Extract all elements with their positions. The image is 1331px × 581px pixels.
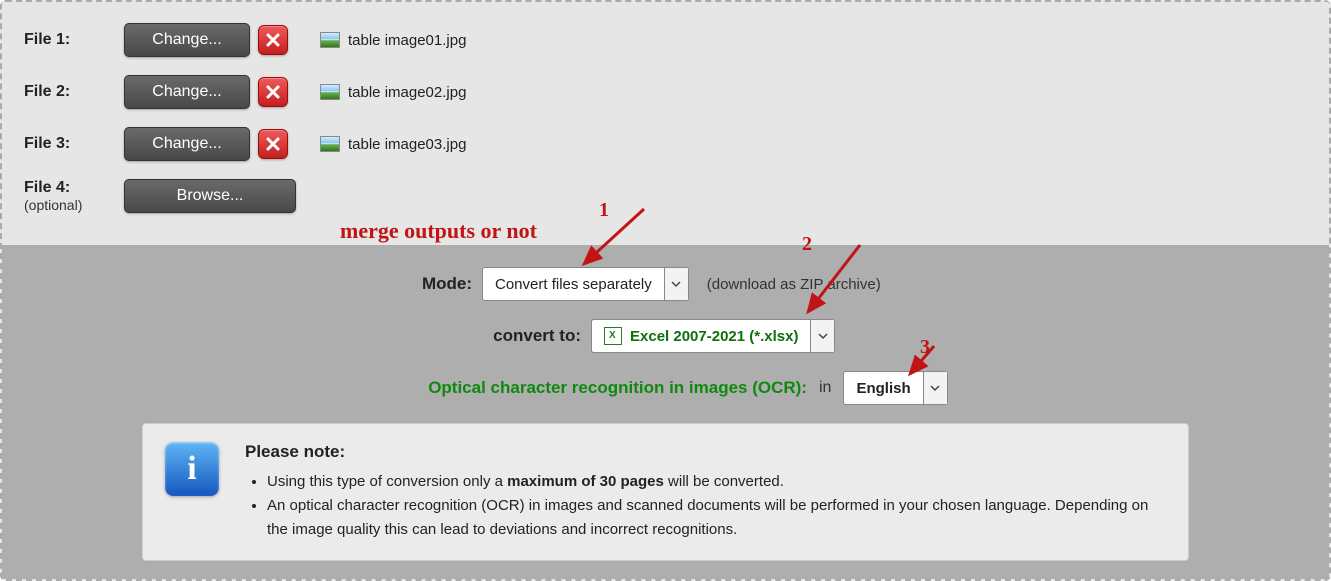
mode-select[interactable]: Convert files separately	[482, 267, 689, 301]
convert-to-row: convert to: Excel 2007-2021 (*.xlsx)	[17, 319, 1314, 353]
file-label: File 2:	[24, 83, 124, 101]
chevron-down-icon	[923, 372, 947, 404]
convert-to-selected-value: Excel 2007-2021 (*.xlsx)	[630, 328, 798, 345]
change-file-button[interactable]: Change...	[124, 23, 250, 57]
note-item-2: An optical character recognition (OCR) i…	[267, 494, 1166, 542]
mode-row: Mode: Convert files separately (download…	[17, 267, 1314, 301]
ocr-selected-value: English	[856, 380, 910, 397]
browse-file-button[interactable]: Browse...	[124, 179, 296, 213]
x-icon	[265, 32, 281, 48]
remove-file-button[interactable]	[258, 129, 288, 159]
x-icon	[265, 84, 281, 100]
file-label-text: File 4:	[24, 179, 70, 196]
change-file-button[interactable]: Change...	[124, 127, 250, 161]
convert-to-select[interactable]: Excel 2007-2021 (*.xlsx)	[591, 319, 835, 353]
convert-to-label: convert to:	[17, 326, 591, 346]
chevron-down-icon	[664, 268, 688, 300]
file-row-1: File 1: Change... table image01.jpg	[24, 22, 1329, 58]
options-section: Mode: Convert files separately (download…	[2, 245, 1329, 579]
mode-label: Mode:	[17, 274, 482, 294]
ocr-language-select[interactable]: English	[843, 371, 947, 405]
file-row-2: File 2: Change... table image02.jpg	[24, 74, 1329, 110]
ocr-label: Optical character recognition in images …	[17, 378, 807, 398]
remove-file-button[interactable]	[258, 25, 288, 55]
remove-file-button[interactable]	[258, 77, 288, 107]
mode-selected-value: Convert files separately	[495, 276, 652, 293]
filename: table image02.jpg	[348, 84, 466, 101]
file-label: File 1:	[24, 31, 124, 49]
please-note-box: i Please note: Using this type of conver…	[142, 423, 1189, 561]
note-title: Please note:	[245, 442, 1166, 462]
image-file-icon	[320, 32, 340, 48]
chevron-down-icon	[810, 320, 834, 352]
x-icon	[265, 136, 281, 152]
file-label: File 3:	[24, 135, 124, 153]
note-item-1: Using this type of conversion only a max…	[267, 470, 1166, 494]
filename: table image03.jpg	[348, 136, 466, 153]
file-label: File 4: (optional)	[24, 179, 124, 213]
file-row-4: File 4: (optional) Browse...	[24, 178, 1329, 214]
mode-hint: (download as ZIP archive)	[707, 276, 881, 293]
image-file-icon	[320, 136, 340, 152]
excel-file-icon	[604, 327, 622, 345]
image-file-icon	[320, 84, 340, 100]
file-list-section: File 1: Change... table image01.jpg File…	[2, 2, 1329, 245]
change-file-button[interactable]: Change...	[124, 75, 250, 109]
info-icon: i	[165, 442, 219, 496]
file-row-3: File 3: Change... table image03.jpg	[24, 126, 1329, 162]
ocr-row: Optical character recognition in images …	[17, 371, 1314, 405]
upload-convert-panel: File 1: Change... table image01.jpg File…	[0, 0, 1331, 581]
file-label-optional: (optional)	[24, 197, 124, 213]
note-content: Please note: Using this type of conversi…	[245, 442, 1166, 542]
note-list: Using this type of conversion only a max…	[245, 470, 1166, 542]
filename: table image01.jpg	[348, 32, 466, 49]
ocr-in-word: in	[819, 379, 831, 397]
